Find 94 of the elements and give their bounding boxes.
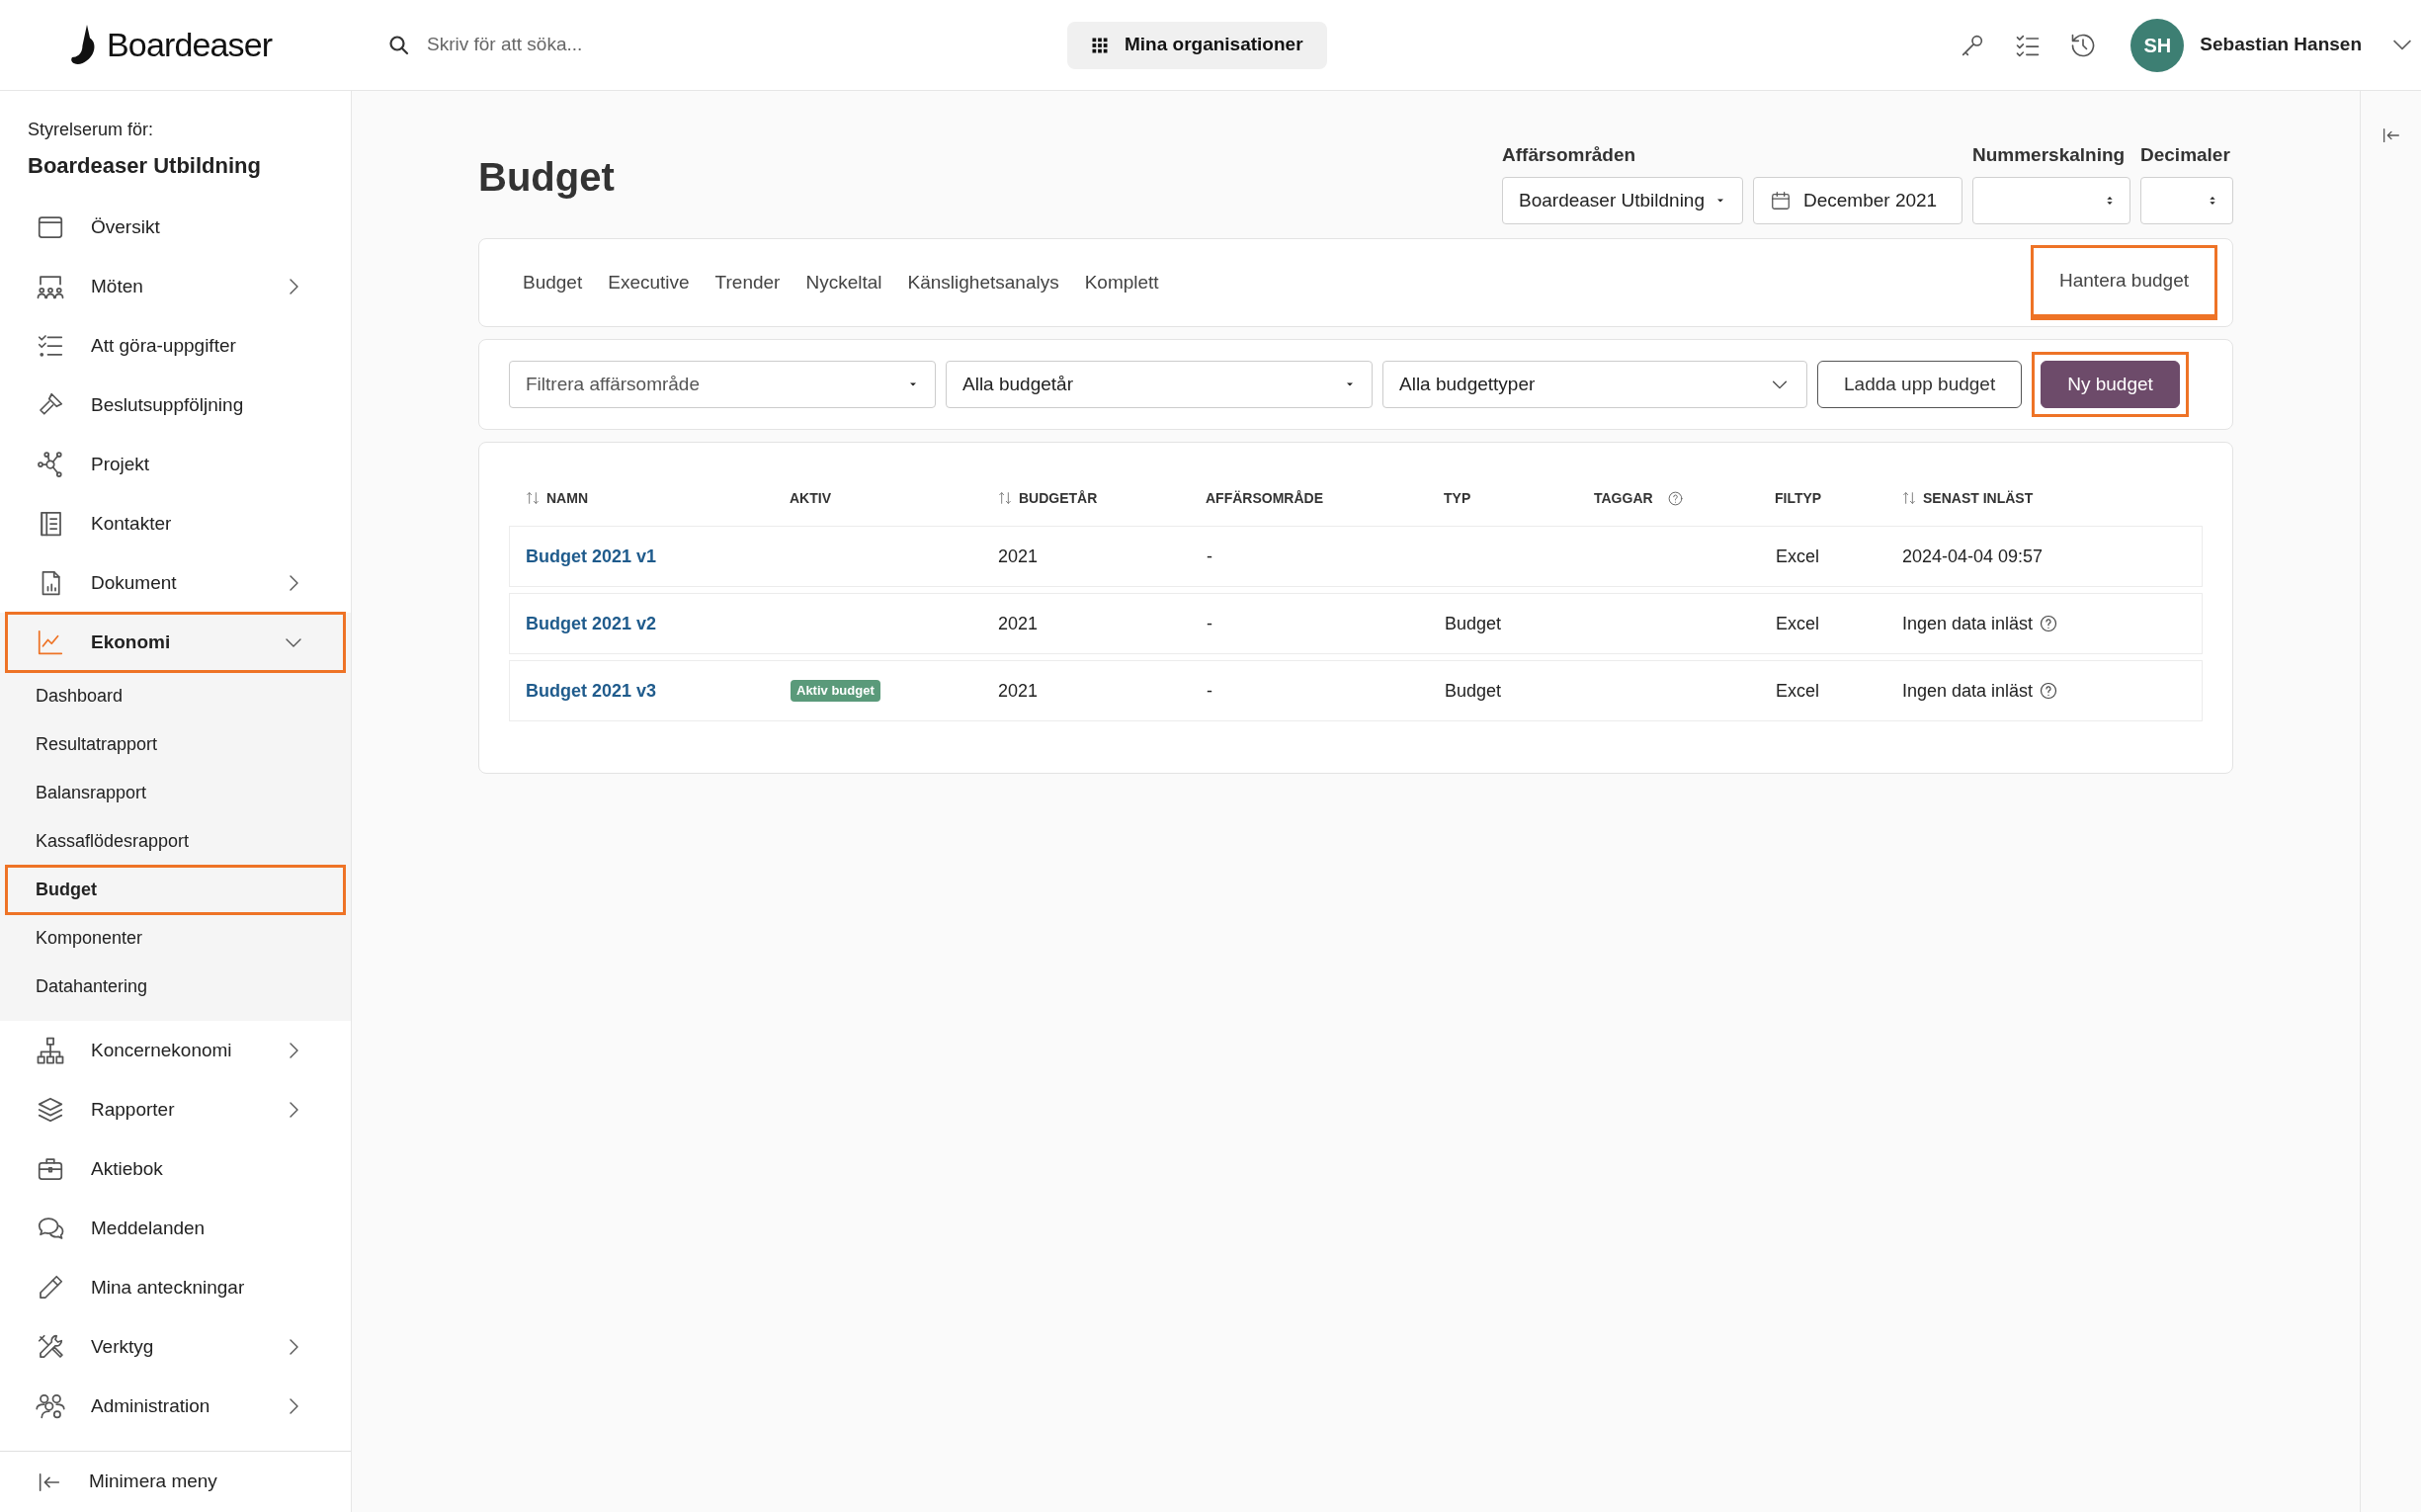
table-cell-text: - <box>1207 612 1212 635</box>
grid-icon <box>1091 36 1109 54</box>
sidebar-item[interactable]: Att göra-uppgifter <box>6 316 345 376</box>
sidebar-subitem[interactable]: Komponenter <box>6 914 345 963</box>
tab[interactable]: Känslighetsanalys <box>907 248 1059 317</box>
budget-link[interactable]: Budget 2021 v3 <box>526 677 657 705</box>
table-cell-text: - <box>1207 679 1212 703</box>
column-header[interactable]: SENAST INLÄST <box>1901 487 2034 509</box>
table-cell-text: 2021 <box>998 545 1039 568</box>
tab[interactable]: Nyckeltal <box>805 248 882 317</box>
chevron-down-icon <box>2393 40 2411 50</box>
page-title: Budget <box>478 154 615 201</box>
tab[interactable]: Trender <box>714 248 781 317</box>
tab[interactable]: Budget <box>523 248 583 317</box>
budget-link[interactable]: Budget 2021 v2 <box>526 610 657 637</box>
nav-icon <box>36 628 65 657</box>
tab[interactable]: Hantera budget <box>2034 248 2214 317</box>
sidebar-subitem[interactable]: Resultatrapport <box>6 720 345 769</box>
sidebar-item[interactable]: Koncernekonomi <box>6 1021 345 1080</box>
sidebar-item[interactable]: Översikt <box>6 198 345 257</box>
table-cell: Ingen data inläst <box>1902 610 2059 637</box>
nav-icon <box>36 450 65 479</box>
sort-icon <box>1901 490 1917 506</box>
table-cell-text: Excel <box>1776 679 1819 703</box>
sidebar-item[interactable]: Administration <box>6 1377 345 1436</box>
table-row[interactable]: Budget 2021 v3 Aktiv budget 2021 - Budget Excel Ingen data inläst <box>509 660 2203 721</box>
column-header: AKTIV <box>790 488 831 508</box>
calendar-icon <box>1770 190 1792 211</box>
sidebar-item[interactable]: Mina anteckningar <box>6 1258 345 1317</box>
sidebar-item[interactable]: Möten <box>6 257 345 316</box>
user-avatar[interactable]: SH <box>2130 18 2185 72</box>
column-header: TAGGAR <box>1594 487 1684 509</box>
sort-icon <box>525 490 541 506</box>
active-badge: Aktiv budget <box>791 680 880 702</box>
tab[interactable]: Executive <box>608 248 690 317</box>
sidebar-item[interactable]: Rapporter <box>6 1080 345 1139</box>
column-header[interactable]: BUDGETÅR <box>997 487 1098 509</box>
column-header: FILTYP <box>1775 488 1822 508</box>
sidebar-item[interactable]: Verktyg <box>6 1317 345 1377</box>
organization-name: Boardeaser Utbildning <box>28 152 262 180</box>
table-cell-text: - <box>1207 545 1212 568</box>
sidebar-item[interactable]: Projekt <box>6 435 345 494</box>
logo-text: Boardeaser <box>107 25 273 65</box>
help-icon <box>2039 614 2059 633</box>
business-area-select[interactable]: Boardeaser Utbildning <box>1502 177 1743 224</box>
search-field[interactable]: Skriv för att söka... <box>427 31 1020 59</box>
help-icon <box>1666 489 1684 507</box>
nav-icon <box>36 1391 65 1421</box>
table-cell: Ingen data inläst <box>1902 677 2059 705</box>
field-label: Affärsområden <box>1502 142 1637 167</box>
new-budget-button[interactable]: Ny budget <box>2041 361 2180 408</box>
sidebar-subitem[interactable]: Budget <box>6 866 345 914</box>
table-row[interactable]: Budget 2021 v2 2021 - Budget Excel Ingen data inläst <box>509 593 2203 654</box>
sidebar-caption: Styrelserum för: <box>28 119 155 141</box>
table-cell-text: 2021 <box>998 679 1039 703</box>
field-label: Nummerskalning <box>1972 142 2127 167</box>
sidebar-item[interactable]: Ekonomi <box>6 613 345 672</box>
minimize-menu-button[interactable]: Minimera meny <box>0 1451 351 1512</box>
filter-select[interactable]: Alla budgetår <box>946 361 1373 408</box>
sort-icon <box>997 490 1013 506</box>
user-name[interactable]: Sebastian Hansen <box>2200 31 2362 59</box>
filter-select[interactable]: Alla budgettyper <box>1382 361 1807 408</box>
nav-icon <box>36 1036 65 1065</box>
sidebar-item[interactable]: Aktiebok <box>6 1139 345 1199</box>
budget-link[interactable]: Budget 2021 v1 <box>526 543 657 570</box>
sidebar-subitem[interactable]: Dashboard <box>6 672 345 720</box>
table-cell-text: 2021 <box>998 612 1039 635</box>
column-header[interactable]: NAMN <box>525 487 588 509</box>
sidebar-item[interactable]: Beslutsuppföljning <box>6 376 345 435</box>
table-cell-text: Budget <box>1445 679 1502 703</box>
sidebar-subitem[interactable]: Datahantering <box>6 963 345 1011</box>
table-row[interactable]: Budget 2021 v1 2021 - Excel 2024-04-04 09:57 <box>509 526 2203 587</box>
table-cell-text: Budget <box>1445 612 1502 635</box>
select-value: Boardeaser Utbildning <box>1519 188 1706 212</box>
organizations-button[interactable]: Mina organisationer <box>1067 21 1327 69</box>
search-icon <box>387 33 411 57</box>
upload-button[interactable]: Ladda upp budget <box>1817 361 2023 408</box>
sidebar-item[interactable]: Dokument <box>6 553 345 613</box>
table-cell-text: Excel <box>1776 612 1819 635</box>
tab[interactable]: Komplett <box>1084 248 1159 317</box>
nav-icon <box>36 1095 65 1125</box>
column-header: TYP <box>1444 488 1471 508</box>
help-icon <box>2039 681 2059 701</box>
filter-select[interactable]: Filtrera affärsområde <box>509 361 936 408</box>
field-label: Decimaler <box>2140 142 2231 167</box>
date-field[interactable]: December 2021 <box>1753 177 1962 224</box>
table-cell-text: 2024-04-04 09:57 <box>1902 545 2044 568</box>
sidebar-item[interactable]: Meddelanden <box>6 1199 345 1258</box>
date-value: December 2021 <box>1803 188 1938 212</box>
sidebar-item[interactable]: Kontakter <box>6 494 345 553</box>
column-header: AFFÄRSOMRÅDE <box>1206 488 1323 508</box>
table-cell-text: Excel <box>1776 545 1819 568</box>
sidebar-subitem[interactable]: Kassaflödesrapport <box>6 817 345 866</box>
sidebar-subitem[interactable]: Balansrapport <box>6 769 345 817</box>
